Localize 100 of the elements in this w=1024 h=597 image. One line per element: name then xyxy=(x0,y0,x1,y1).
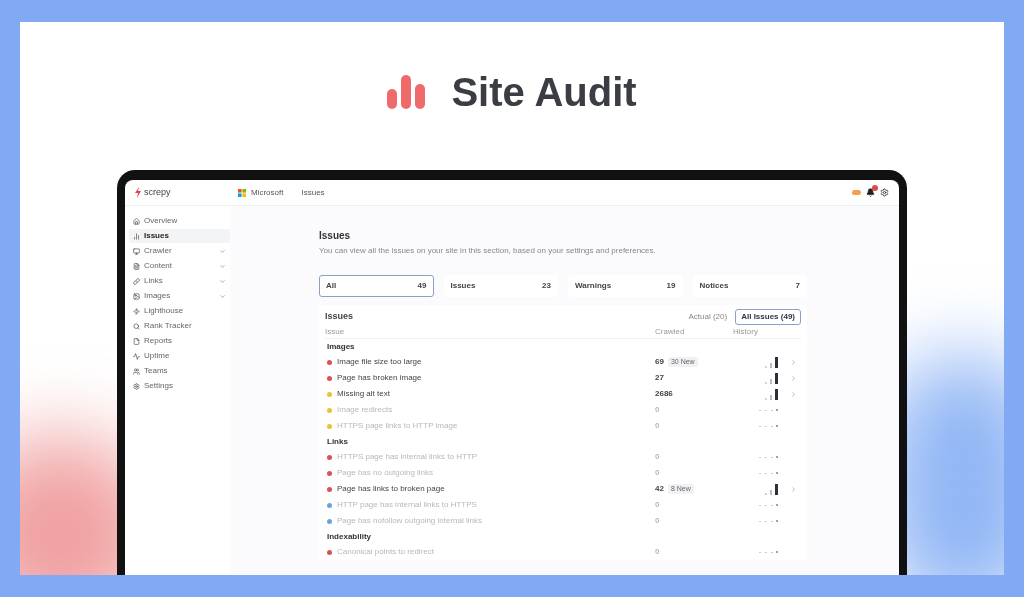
sidebar-item[interactable]: Images xyxy=(129,289,230,303)
lightning-logo-icon xyxy=(135,187,141,198)
tab-count: 49 xyxy=(417,280,427,292)
history-sparkline-icon xyxy=(765,483,778,495)
history-sparkline-icon xyxy=(759,503,778,507)
issue-name: Canonical points to redirect xyxy=(337,546,434,558)
sidebar-label: Images xyxy=(144,290,172,302)
sidebar-label: Links xyxy=(144,275,164,287)
group-heading: Indexability xyxy=(326,530,372,543)
issue-name: Page has no outgoing links xyxy=(337,467,434,479)
app-logo: screpy xyxy=(144,185,171,199)
settings-icon xyxy=(133,382,140,390)
sidebar-label: Issues xyxy=(144,230,170,242)
sidebar-item[interactable]: Uptime xyxy=(129,349,230,363)
issue-name: HTTP page has internal links to HTTPS xyxy=(337,499,477,511)
crawled-count: 0 xyxy=(655,546,660,558)
filter-tab[interactable]: Issues 23 xyxy=(443,275,558,297)
issue-name: Page has links to broken page xyxy=(337,483,445,495)
monitor-icon xyxy=(133,247,140,255)
issue-name: Page has nofollow outgoing internal links xyxy=(337,515,482,527)
tab-label: Issues xyxy=(450,280,476,292)
issue-name: Missing alt text xyxy=(337,388,390,400)
sidebar-label: Teams xyxy=(144,365,169,377)
sidebar-label: Crawler xyxy=(144,245,173,257)
history-sparkline-icon xyxy=(759,519,778,523)
sidebar-label: Content xyxy=(144,260,174,272)
issue-row[interactable]: Page has broken image 27 xyxy=(325,370,801,386)
history-sparkline-icon xyxy=(759,471,778,475)
crawled-count: 27 xyxy=(655,372,664,384)
users-icon xyxy=(133,367,140,375)
crawled-count: 0 xyxy=(655,515,660,527)
chevron-right-icon[interactable] xyxy=(790,485,797,493)
history-sparkline-icon xyxy=(759,455,778,459)
crawled-count: 0 xyxy=(655,420,660,432)
crawled-count: 42 xyxy=(655,483,664,495)
table-title: Issues xyxy=(325,309,355,323)
tab-count: 23 xyxy=(542,280,551,292)
lightning-icon xyxy=(133,307,140,315)
sidebar-item[interactable]: Lighthouse xyxy=(129,304,230,318)
tab-label: Warnings xyxy=(575,280,612,292)
history-sparkline-icon xyxy=(765,388,778,400)
settings-icon[interactable] xyxy=(880,188,889,197)
sidebar-label: Reports xyxy=(144,335,173,347)
issue-name: Image file size too large xyxy=(337,356,422,368)
crawled-count: 69 xyxy=(655,356,664,368)
filter-tab[interactable]: Notices 7 xyxy=(692,275,807,297)
crawled-count: 0 xyxy=(655,467,660,479)
history-sparkline-icon xyxy=(759,424,778,428)
tab-label: All xyxy=(326,280,337,292)
link-icon xyxy=(133,277,140,285)
breadcrumb-item[interactable]: Issues xyxy=(301,186,325,199)
sidebar-item[interactable]: Crawler xyxy=(129,244,230,258)
history-sparkline-icon xyxy=(765,372,778,384)
search-icon xyxy=(133,322,140,330)
bar-chart-icon xyxy=(133,232,140,240)
issue-name: HTTPS page has internal links to HTTP xyxy=(337,451,478,463)
crawled-count: 0 xyxy=(655,451,660,463)
crawled-count: 0 xyxy=(655,404,660,416)
notification-bell-icon[interactable] xyxy=(866,188,875,197)
sidebar-label: Overview xyxy=(144,215,179,227)
breadcrumb-item[interactable]: Microsoft xyxy=(251,186,284,199)
history-sparkline-icon xyxy=(759,550,778,554)
home-icon xyxy=(133,217,140,225)
filter-tab[interactable]: Warnings 19 xyxy=(568,275,683,297)
sidebar-item[interactable]: Teams xyxy=(129,364,230,378)
issue-name: Page has broken image xyxy=(337,372,422,384)
page-subtitle: You can view all the issues on your site in this section, based on your settings and preferences. xyxy=(319,245,657,257)
sidebar-item[interactable]: Links xyxy=(129,274,230,288)
tab-count: 7 xyxy=(795,280,800,292)
group-heading: Links xyxy=(326,435,349,448)
sidebar-label: Rank Tracker xyxy=(144,320,193,332)
filter-toggle[interactable]: All Issues (49) xyxy=(735,308,801,325)
tab-label: Notices xyxy=(699,280,729,292)
file-icon xyxy=(133,337,140,345)
status-pill-icon xyxy=(852,190,861,195)
history-sparkline-icon xyxy=(759,408,778,412)
issue-row[interactable]: Missing alt text 2686 xyxy=(325,386,801,402)
group-heading: Images xyxy=(326,340,356,353)
column-header: Crawled xyxy=(655,326,686,338)
image-icon xyxy=(133,292,140,300)
sidebar-item[interactable]: Rank Tracker xyxy=(129,319,230,333)
crawled-count: 2686 xyxy=(655,388,673,400)
sidebar-item[interactable]: Reports xyxy=(129,334,230,348)
squares-logo-icon xyxy=(238,188,246,197)
page-title: Issues xyxy=(319,229,352,243)
hero-title: Site Audit xyxy=(451,69,637,116)
column-header: History xyxy=(733,326,758,338)
document-icon xyxy=(133,262,140,270)
column-header: Issue xyxy=(325,326,346,338)
pulse-icon xyxy=(133,352,140,360)
sidebar-label: Lighthouse xyxy=(144,305,185,317)
sidebar-item[interactable]: Issues xyxy=(129,229,230,243)
bar-chart-logo-icon xyxy=(387,75,426,109)
sidebar-label: Uptime xyxy=(144,350,171,362)
sidebar-item[interactable]: Overview xyxy=(129,214,230,228)
history-sparkline-icon xyxy=(765,356,778,368)
sidebar-item[interactable]: Content xyxy=(129,259,230,273)
sidebar-item[interactable]: Settings xyxy=(129,379,230,393)
filter-toggle[interactable]: Actual (20) xyxy=(683,308,733,325)
filter-tab[interactable]: All 49 xyxy=(319,275,434,297)
